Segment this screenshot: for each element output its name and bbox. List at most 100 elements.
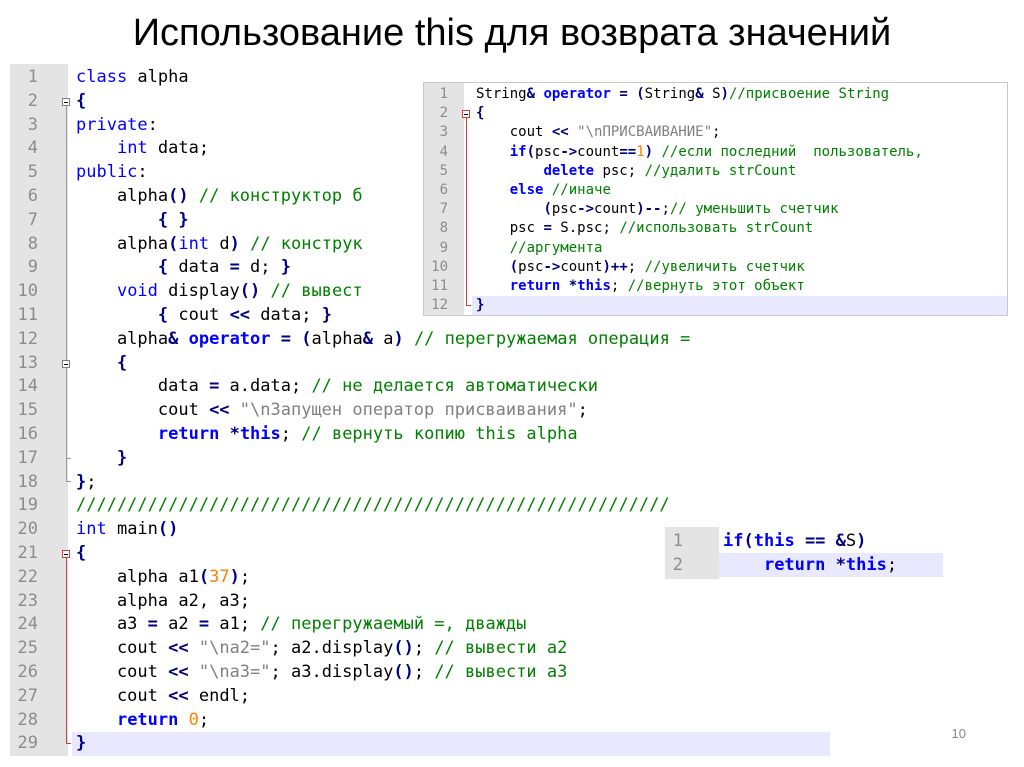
code-token: // уменьшить счетчик	[669, 201, 839, 218]
code-token: data	[76, 376, 210, 397]
code-token: cout	[76, 638, 169, 659]
code-token: if	[509, 143, 527, 160]
code-token: (	[636, 86, 645, 102]
code-token: =	[280, 328, 292, 349]
code-token: // перегружаемый =, дважды	[260, 614, 527, 635]
code-token: //удалить strCount	[644, 162, 797, 179]
code-token: =	[543, 220, 552, 237]
code-token: private	[76, 114, 148, 135]
code-token: "\nЗапущен оператор присваивания"	[239, 400, 578, 421]
line-number: 9	[439, 239, 448, 256]
code-token: // не делается автоматически	[311, 376, 599, 397]
code-line: String& operator = (String& S)//присвоен…	[476, 85, 1007, 104]
code-token: //присвоение String	[728, 86, 890, 102]
code-token: )	[393, 328, 404, 349]
code-token: ==	[804, 531, 826, 551]
code-token: {	[157, 209, 169, 230]
slide-title: Использование this для возврата значений	[132, 12, 892, 54]
code-token: cout	[476, 124, 552, 141]
code-token: ()	[393, 638, 414, 659]
line-number: 2	[672, 555, 683, 575]
code-token: //использовать strCount	[619, 220, 814, 237]
code-token: void	[116, 281, 158, 302]
code-token: ;	[413, 638, 435, 659]
line-number: 28	[17, 709, 38, 730]
code-token: ()	[157, 519, 179, 540]
code-token: S.psc;	[551, 220, 620, 237]
code-token: data;	[147, 138, 210, 159]
code-token: =	[619, 86, 628, 102]
code-line: ////////////////////////////////////////…	[76, 494, 830, 518]
code-line: cout << "\nЗапущен оператор присваивания…	[76, 399, 830, 423]
line-number: 11	[431, 278, 448, 294]
code-token: operator	[188, 328, 271, 349]
line-number: 5	[27, 162, 38, 183]
code-token: S	[845, 531, 857, 551]
code-token: psc	[535, 143, 561, 160]
code-token: return	[509, 278, 561, 294]
code-token: operator	[543, 86, 611, 102]
code-token: a	[372, 328, 394, 349]
code-token: ; a2.display	[270, 638, 394, 659]
code-line: //аргумента	[476, 239, 1007, 258]
code-token: ;	[280, 424, 302, 444]
code-line: cout << "\na2="; a2.display(); // вывест…	[76, 637, 830, 661]
code-line: {	[476, 104, 1007, 123]
code-token: &	[835, 531, 846, 551]
code-token: // конструктор б	[198, 186, 363, 206]
code-line: a3 = a2 = a1; // перегружаемый =, дважды	[76, 613, 830, 637]
line-number: 4	[27, 138, 38, 159]
code-token: ;	[198, 709, 210, 730]
code-token: }	[178, 209, 189, 230]
line-number: 16	[17, 424, 38, 444]
code-token: (	[743, 531, 754, 551]
code-token: ;	[86, 471, 97, 492]
code-token: public	[76, 162, 138, 183]
code-token: *	[229, 424, 240, 444]
code-token: a3	[76, 614, 148, 635]
code-token: count	[594, 201, 637, 218]
code-token: ;	[712, 124, 721, 141]
code-token: :	[137, 162, 148, 183]
code-token: <<	[209, 400, 230, 421]
code-token: psc	[476, 220, 544, 237]
code-token: cout	[76, 662, 169, 682]
code-token: (	[198, 566, 210, 587]
code-token: a2	[157, 614, 199, 635]
code-token: }	[76, 471, 87, 492]
line-number: 18	[17, 471, 38, 492]
code-token: {	[157, 257, 169, 278]
line-number: 15	[17, 400, 38, 421]
code-token: this	[239, 424, 281, 444]
code-token: else	[509, 182, 544, 198]
code-token: ()	[239, 281, 261, 302]
line-number: 2	[439, 105, 448, 122]
code-token: alpha	[127, 67, 189, 87]
code-line: cout << "\nПРИСВАИВАНИЕ";	[476, 123, 1007, 142]
code-line: alpha& operator = (alpha& a) // перегруж…	[76, 328, 830, 352]
code-token: return	[116, 709, 179, 730]
code-token: String	[476, 86, 527, 102]
code-token: int	[76, 519, 107, 540]
code-token: )--	[636, 201, 662, 218]
code-line: data = a.data; // не делается автоматиче…	[76, 375, 830, 399]
code-token: ;	[661, 201, 670, 218]
code-token: )	[720, 86, 729, 102]
code-token: }	[476, 297, 485, 314]
code-token: =	[147, 614, 158, 635]
line-number: 13	[17, 352, 38, 373]
code-token: ////////////////////////////////////////…	[76, 495, 670, 516]
line-number: 19	[17, 495, 38, 516]
code-line: return *this; // вернуть копию this alph…	[76, 423, 830, 447]
code-token: "\na2="	[198, 638, 271, 659]
code-token: if	[723, 531, 744, 551]
code-token: alpha a2, a3;	[76, 590, 250, 611]
